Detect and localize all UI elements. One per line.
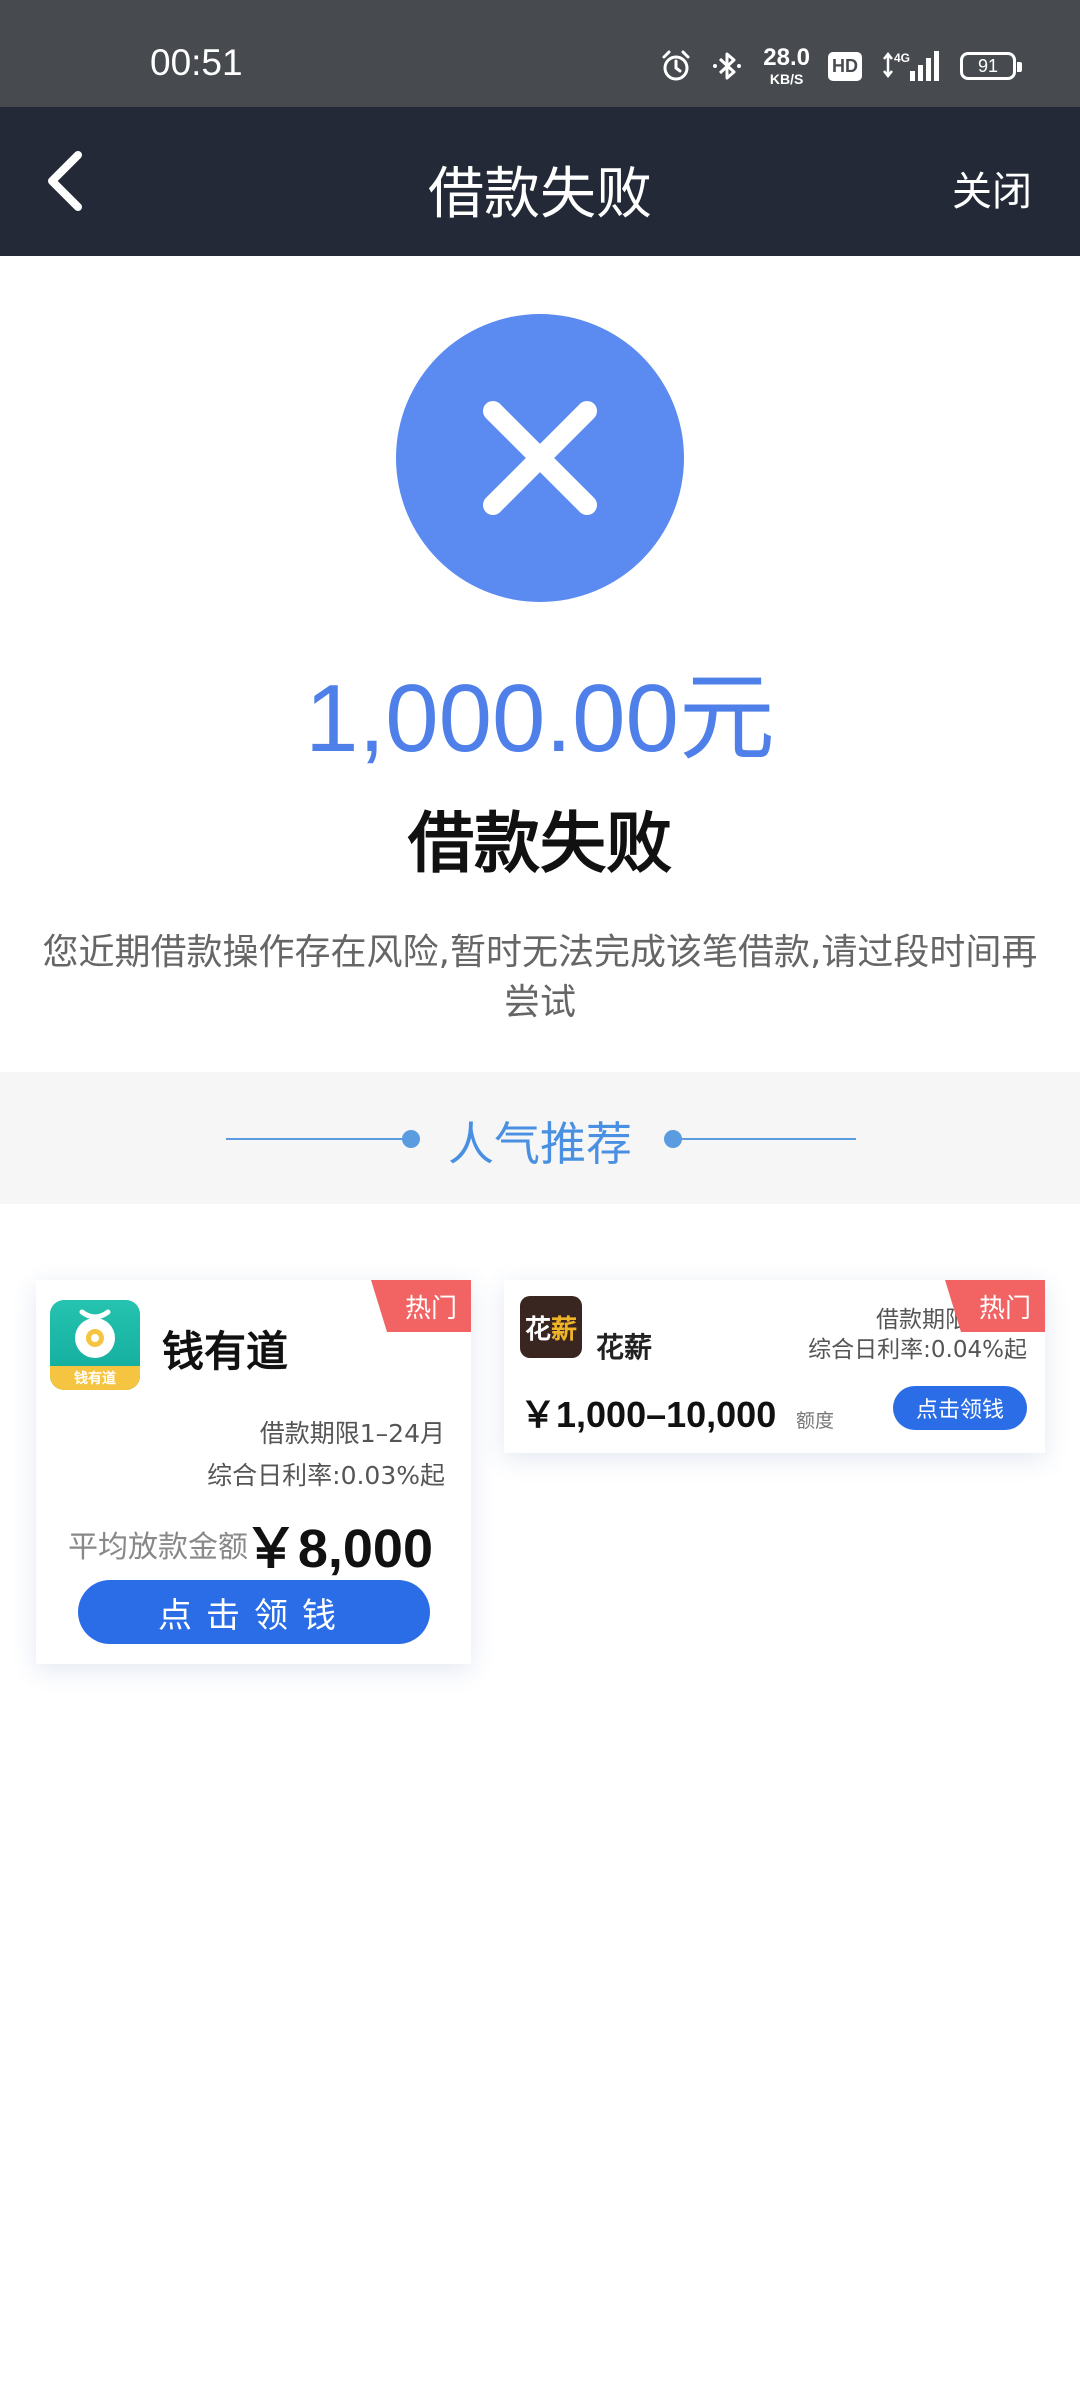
huaxin-logo: 花薪 (520, 1296, 582, 1358)
loan-term: 借款期限1–24月 (259, 1419, 445, 1448)
amount-unit: 额度 (796, 1410, 835, 1432)
status-icons: 28.0 KB/S HD 4G 91 (659, 44, 1022, 88)
status-bar: 00:51 28.0 KB/S HD 4G 91 (0, 0, 1080, 107)
result-description: 您近期借款操作存在风险,暂时无法完成该笔借款,请过段时间再尝试 (42, 932, 1038, 1023)
alarm-icon (662, 50, 690, 81)
result-title: 借款失败 (408, 805, 672, 882)
logo-char-2: 薪 (551, 1314, 578, 1345)
section-title: 人气推荐 (448, 1117, 632, 1171)
get-money-button[interactable]: 点击领钱 (893, 1386, 1027, 1430)
avg-amount-label: 平均放款金额 (68, 1530, 248, 1565)
battery-level: 91 (977, 55, 999, 76)
logo-char-1: 花 (524, 1314, 551, 1345)
product-name: 钱有道 (162, 1327, 289, 1376)
page-title: 借款失败 (428, 162, 652, 227)
amount-range: ￥1,000–10,000 (520, 1394, 777, 1435)
hd-icon: HD (828, 51, 862, 81)
product-name: 花薪 (596, 1331, 653, 1364)
battery-icon: 91 (960, 52, 1022, 80)
close-button[interactable]: 关闭 (952, 159, 1032, 217)
hot-badge: 热门 (371, 1280, 471, 1332)
daily-rate: 综合日利率:0.03%起 (207, 1461, 445, 1490)
close-x-icon (483, 401, 597, 515)
get-money-button[interactable]: 点击领钱 (78, 1580, 430, 1644)
avg-amount-value: ￥8,000 (243, 1519, 433, 1579)
daily-rate: 综合日利率:0.04%起 (808, 1337, 1027, 1363)
hot-badge: 热门 (945, 1280, 1045, 1332)
signal-icon: 4G (883, 51, 939, 81)
fail-status-icon (396, 314, 684, 602)
product-card-huaxin[interactable]: 花薪 花薪 借款期限 热门 综合日利率:0.04%起 ￥1,000–10,000… (504, 1280, 1045, 1453)
net-speed: 28.0 KB/S (763, 44, 810, 87)
status-time: 00:51 (150, 42, 243, 83)
loan-amount: 1,000.00元 (305, 665, 775, 772)
product-card-qianyoudao[interactable]: 热门 钱有道 钱有道 借款期限1–24月 综合日利率:0.03%起 平均放款金额… (36, 1280, 471, 1664)
network-label: 4G (894, 51, 910, 65)
recommend-section-header: 人气推荐 (0, 1072, 1080, 1204)
net-speed-value: 28.0 (763, 44, 810, 71)
logo-band-text: 钱有道 (50, 1366, 140, 1390)
qianyoudao-logo: 钱有道 (50, 1300, 140, 1390)
money-bag-icon (75, 1309, 115, 1358)
net-speed-unit: KB/S (769, 71, 804, 87)
nav-bar: 借款失败 关闭 (0, 107, 1080, 256)
bluetooth-icon (713, 52, 742, 80)
divider-right (670, 1138, 856, 1140)
